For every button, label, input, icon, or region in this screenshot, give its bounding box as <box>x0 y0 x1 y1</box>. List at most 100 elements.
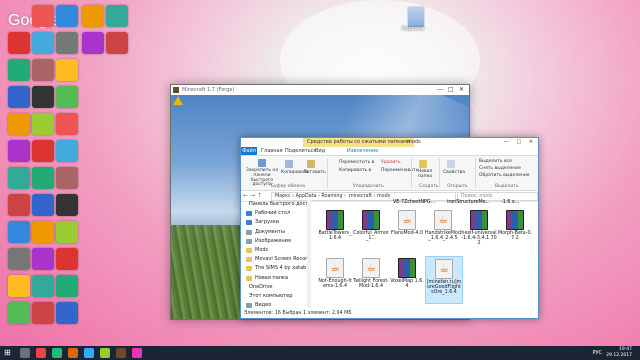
minimize-button[interactable]: — <box>437 85 443 95</box>
paste-label[interactable]: Вставить <box>304 170 326 175</box>
desktop-shortcut-icon[interactable] <box>32 32 54 54</box>
desktop-shortcut-icon[interactable] <box>56 113 78 135</box>
select-all-button[interactable]: Выделить все <box>479 159 512 164</box>
properties-label[interactable]: Свойства <box>443 170 465 175</box>
desktop-shortcut-icon[interactable] <box>56 140 78 162</box>
nav-arrows-icon[interactable]: ←→↑ <box>243 192 264 199</box>
file-item[interactable]: Morph-Beta-0.7.2 <box>497 208 533 254</box>
desktop-shortcut-icon[interactable] <box>32 275 54 297</box>
nav-item[interactable]: Mods <box>241 246 307 255</box>
minecraft-icon[interactable] <box>116 348 126 358</box>
nav-item[interactable]: The SIMS 4 by xatab <box>241 264 307 273</box>
nav-item[interactable]: Movavi Screen Recorder <box>241 255 307 264</box>
start-button[interactable]: ⊞ <box>4 349 11 357</box>
copy-to-button[interactable]: Копировать в <box>339 168 371 173</box>
file-item[interactable]: [minefan.ru]moreGoodFlightsOre_1.6.4 <box>425 256 463 304</box>
tab-extract[interactable]: Извлечение <box>347 147 378 155</box>
desktop-shortcut-icon[interactable] <box>8 194 30 216</box>
nav-item[interactable]: Видео <box>241 301 307 308</box>
desktop-shortcut-icon[interactable] <box>32 167 54 189</box>
desktop-shortcut-icon[interactable] <box>32 302 54 324</box>
desktop-shortcut-icon[interactable] <box>56 86 78 108</box>
nav-item[interactable]: Этот компьютер <box>241 292 307 301</box>
tab-share[interactable]: Поделиться <box>285 147 316 155</box>
copy-icon[interactable] <box>285 160 293 168</box>
desktop-shortcut-icon[interactable] <box>8 86 30 108</box>
new-folder-icon[interactable] <box>419 160 427 168</box>
desktop-shortcut-icon[interactable] <box>56 275 78 297</box>
nav-scrollbar[interactable] <box>307 200 311 308</box>
paste-icon[interactable] <box>307 160 315 168</box>
chrome-icon[interactable] <box>52 348 62 358</box>
desktop-shortcut-icon[interactable] <box>32 221 54 243</box>
desktop-shortcut-icon[interactable] <box>56 167 78 189</box>
invert-selection-button[interactable]: Обратить выделение <box>479 173 530 178</box>
close-button[interactable]: ✕ <box>459 85 464 95</box>
desktop-shortcut-icon[interactable] <box>8 113 30 135</box>
desktop-shortcut-icon[interactable] <box>8 32 30 54</box>
desktop-shortcut-icon[interactable] <box>32 113 54 135</box>
desktop-shortcut-icon[interactable] <box>82 5 104 27</box>
properties-icon[interactable] <box>447 160 455 168</box>
desktop-shortcut-icon[interactable] <box>56 194 78 216</box>
desktop-shortcut-icon[interactable] <box>82 32 104 54</box>
nav-item[interactable]: OneDrive <box>241 283 307 292</box>
media-icon[interactable] <box>132 348 142 358</box>
move-to-button[interactable]: Переместить в <box>339 160 374 165</box>
select-none-button[interactable]: Снять выделение <box>479 166 521 171</box>
opera-icon[interactable] <box>36 348 46 358</box>
utorrent-icon[interactable] <box>100 348 110 358</box>
desktop-shortcut-icon[interactable] <box>56 59 78 81</box>
maximize-button[interactable]: □ <box>448 85 454 95</box>
desktop-shortcut-icon[interactable] <box>32 86 54 108</box>
window-controls[interactable]: — □ ✕ <box>504 138 536 147</box>
explorer-titlebar[interactable]: Средства работы со сжатыми папками mods … <box>241 138 538 147</box>
tab-home[interactable]: Главная <box>261 147 283 155</box>
desktop-shortcut-icon[interactable] <box>32 194 54 216</box>
nav-item[interactable]: Панель быстрого доступа <box>241 200 307 209</box>
desktop-shortcut-icon[interactable] <box>8 59 30 81</box>
search-icon[interactable] <box>20 348 30 358</box>
minecraft-titlebar[interactable]: Minecraft 1.7 (Forge) — □ ✕ <box>171 85 469 95</box>
pin-icon[interactable] <box>258 159 266 167</box>
file-item[interactable]: Colorful_Armor_1... <box>353 208 389 254</box>
desktop-shortcut-icon[interactable] <box>106 5 128 27</box>
desktop-shortcut-icon[interactable] <box>56 302 78 324</box>
desktop-shortcut-icon[interactable] <box>8 302 30 324</box>
desktop-shortcut-icon[interactable] <box>32 59 54 81</box>
file-item[interactable]: Not-Enough-Items-1.6.4 <box>317 256 353 302</box>
desktop-shortcut-icon[interactable] <box>8 140 30 162</box>
file-item[interactable]: HandstrikeMod_1.6.4_2.4.5 <box>425 208 461 254</box>
nav-item[interactable]: Загрузки <box>241 218 307 227</box>
desktop-shortcut-icon[interactable] <box>32 140 54 162</box>
file-item[interactable]: FlansMod-4.0 <box>389 208 425 254</box>
recycle-bin-icon[interactable] <box>407 6 425 28</box>
desktop-shortcut-icon[interactable] <box>8 248 30 270</box>
desktop-shortcut-icon[interactable] <box>32 5 54 27</box>
explorer-icon[interactable] <box>84 348 94 358</box>
file-item[interactable]: hexif-universal-1.6.4-3.4.1.702 <box>461 208 497 254</box>
file-item[interactable]: Twilight Forest-Mod-1.6.4 <box>353 256 389 302</box>
desktop-shortcut-icon[interactable] <box>8 275 30 297</box>
nav-item[interactable]: Документы <box>241 228 307 237</box>
desktop-shortcut-icon[interactable] <box>8 221 30 243</box>
nav-item[interactable]: Рабочий стол <box>241 209 307 218</box>
desktop-shortcut-icon[interactable] <box>56 5 78 27</box>
desktop-shortcut-icon[interactable] <box>32 248 54 270</box>
delete-button[interactable]: Удалить <box>381 160 401 165</box>
language-indicator[interactable]: РУС <box>592 350 602 356</box>
file-item[interactable]: VoxelMap 1.6.4 <box>389 256 425 302</box>
desktop-shortcut-icon[interactable] <box>106 32 128 54</box>
desktop-shortcut-icon[interactable] <box>56 221 78 243</box>
desktop-shortcut-icon[interactable] <box>56 248 78 270</box>
clock[interactable]: 19:47 29.12.2017 <box>606 347 632 358</box>
nav-item[interactable]: Новая папка <box>241 274 307 283</box>
firefox-icon[interactable] <box>68 348 78 358</box>
nav-item[interactable]: Изображения <box>241 237 307 246</box>
tab-view[interactable]: Вид <box>315 147 325 155</box>
tab-file[interactable]: Файл <box>241 147 257 155</box>
file-explorer-window[interactable]: Средства работы со сжатыми папками mods … <box>240 137 539 319</box>
new-folder-label[interactable]: Новая папка <box>415 169 435 180</box>
desktop-shortcut-icon[interactable] <box>8 167 30 189</box>
rename-button[interactable]: Переименовать <box>381 168 418 173</box>
